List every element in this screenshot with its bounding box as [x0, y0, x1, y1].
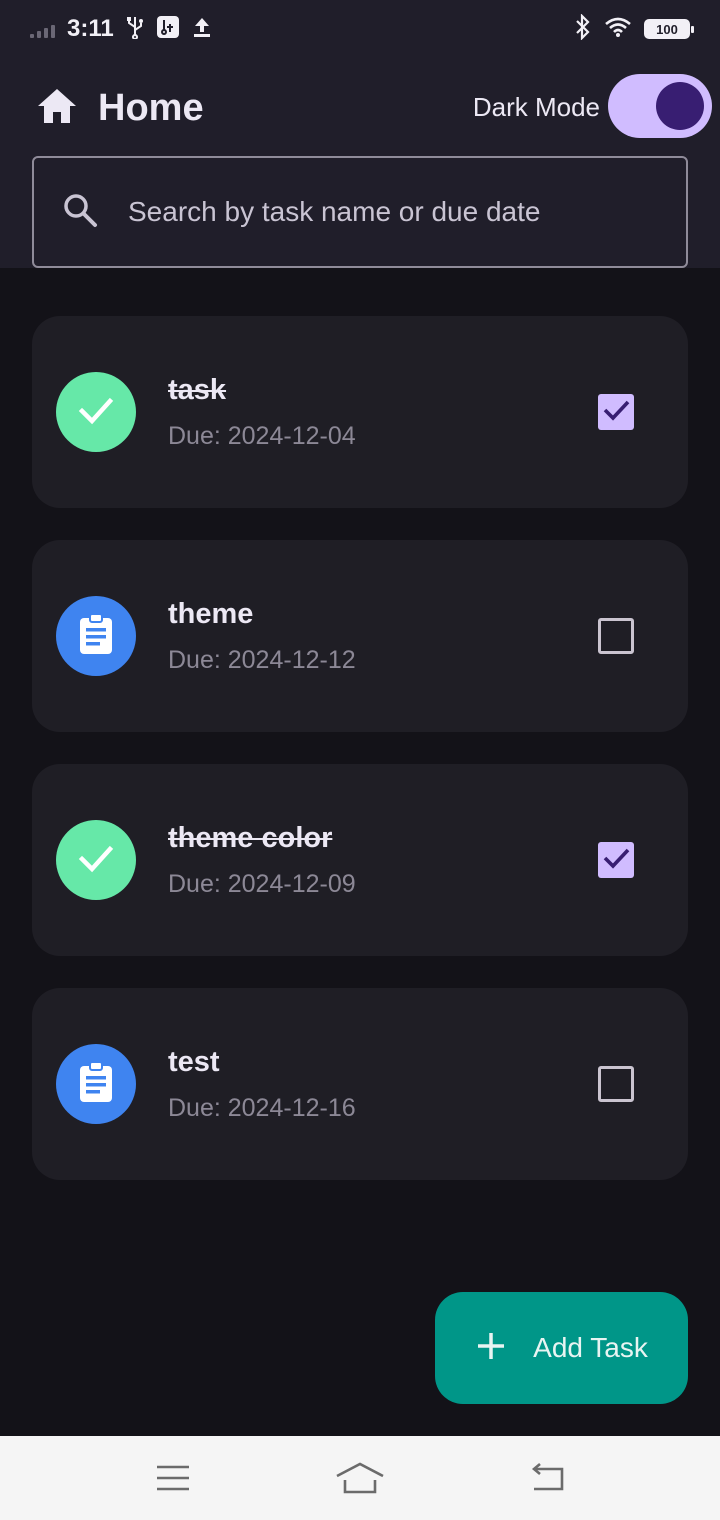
- add-task-button[interactable]: Add Task: [435, 1292, 688, 1404]
- page-title: Home: [98, 86, 204, 129]
- pending-avatar: [56, 1044, 136, 1124]
- menu-icon[interactable]: [143, 1453, 203, 1503]
- status-time: 3:11: [67, 15, 114, 42]
- upload-icon: [192, 15, 212, 44]
- search-input[interactable]: [128, 196, 686, 228]
- title-row: Home: [36, 82, 204, 134]
- task-checkbox[interactable]: [598, 1066, 634, 1102]
- screen: 3:11 100 Home Dark Mode Search by task n…: [0, 0, 720, 1520]
- search-icon: [60, 190, 100, 235]
- task-name: task: [168, 374, 227, 406]
- signal-icon: [30, 20, 55, 38]
- task-name: test: [168, 1046, 220, 1078]
- task-card[interactable]: theme Due: 2024-12-12: [32, 540, 688, 732]
- task-due-date: Due: 2024-12-09: [168, 870, 356, 898]
- task-due-date: Due: 2024-12-04: [168, 422, 356, 450]
- check-icon: [76, 838, 116, 883]
- checkmark-icon: [601, 395, 631, 430]
- plus-icon: [475, 1330, 507, 1367]
- clipboard-icon: [76, 612, 116, 661]
- task-due-date: Due: 2024-12-16: [168, 1094, 356, 1122]
- battery-level: 100: [656, 21, 678, 37]
- completed-avatar: [56, 820, 136, 900]
- usb-icon: [126, 15, 144, 44]
- wifi-icon: [604, 16, 632, 43]
- status-bar: 3:11 100: [0, 0, 720, 58]
- task-due-date: Due: 2024-12-12: [168, 646, 356, 674]
- battery-icon: 100: [644, 19, 694, 39]
- task-list: task Due: 2024-12-04 theme Due: 2024-12-…: [32, 316, 688, 1212]
- toggle-knob: [656, 82, 704, 130]
- dark-mode-toggle[interactable]: [608, 74, 712, 138]
- check-icon: [76, 390, 116, 435]
- clipboard-icon: [76, 1060, 116, 1109]
- home-icon: [36, 87, 78, 130]
- system-nav-bar: [0, 1436, 720, 1520]
- task-checkbox[interactable]: [598, 618, 634, 654]
- app-bar: Home Dark Mode: [0, 58, 720, 268]
- back-icon[interactable]: [517, 1453, 577, 1503]
- usb-debug-icon: [156, 15, 180, 44]
- pending-avatar: [56, 596, 136, 676]
- home-nav-icon[interactable]: [330, 1453, 390, 1503]
- task-card[interactable]: task Due: 2024-12-04: [32, 316, 688, 508]
- checkmark-icon: [601, 843, 631, 878]
- task-name: theme color: [168, 822, 333, 854]
- task-checkbox[interactable]: [598, 842, 634, 878]
- status-left: 3:11: [30, 15, 212, 44]
- status-right: 100: [574, 12, 694, 45]
- task-checkbox[interactable]: [598, 394, 634, 430]
- add-task-label: Add Task: [533, 1332, 648, 1363]
- task-card[interactable]: theme color Due: 2024-12-09: [32, 764, 688, 956]
- dark-mode-label: Dark Mode: [472, 92, 600, 122]
- search-field[interactable]: [32, 156, 688, 268]
- bluetooth-icon: [574, 12, 592, 45]
- task-name: theme: [168, 598, 254, 630]
- task-card[interactable]: test Due: 2024-12-16: [32, 988, 688, 1180]
- completed-avatar: [56, 372, 136, 452]
